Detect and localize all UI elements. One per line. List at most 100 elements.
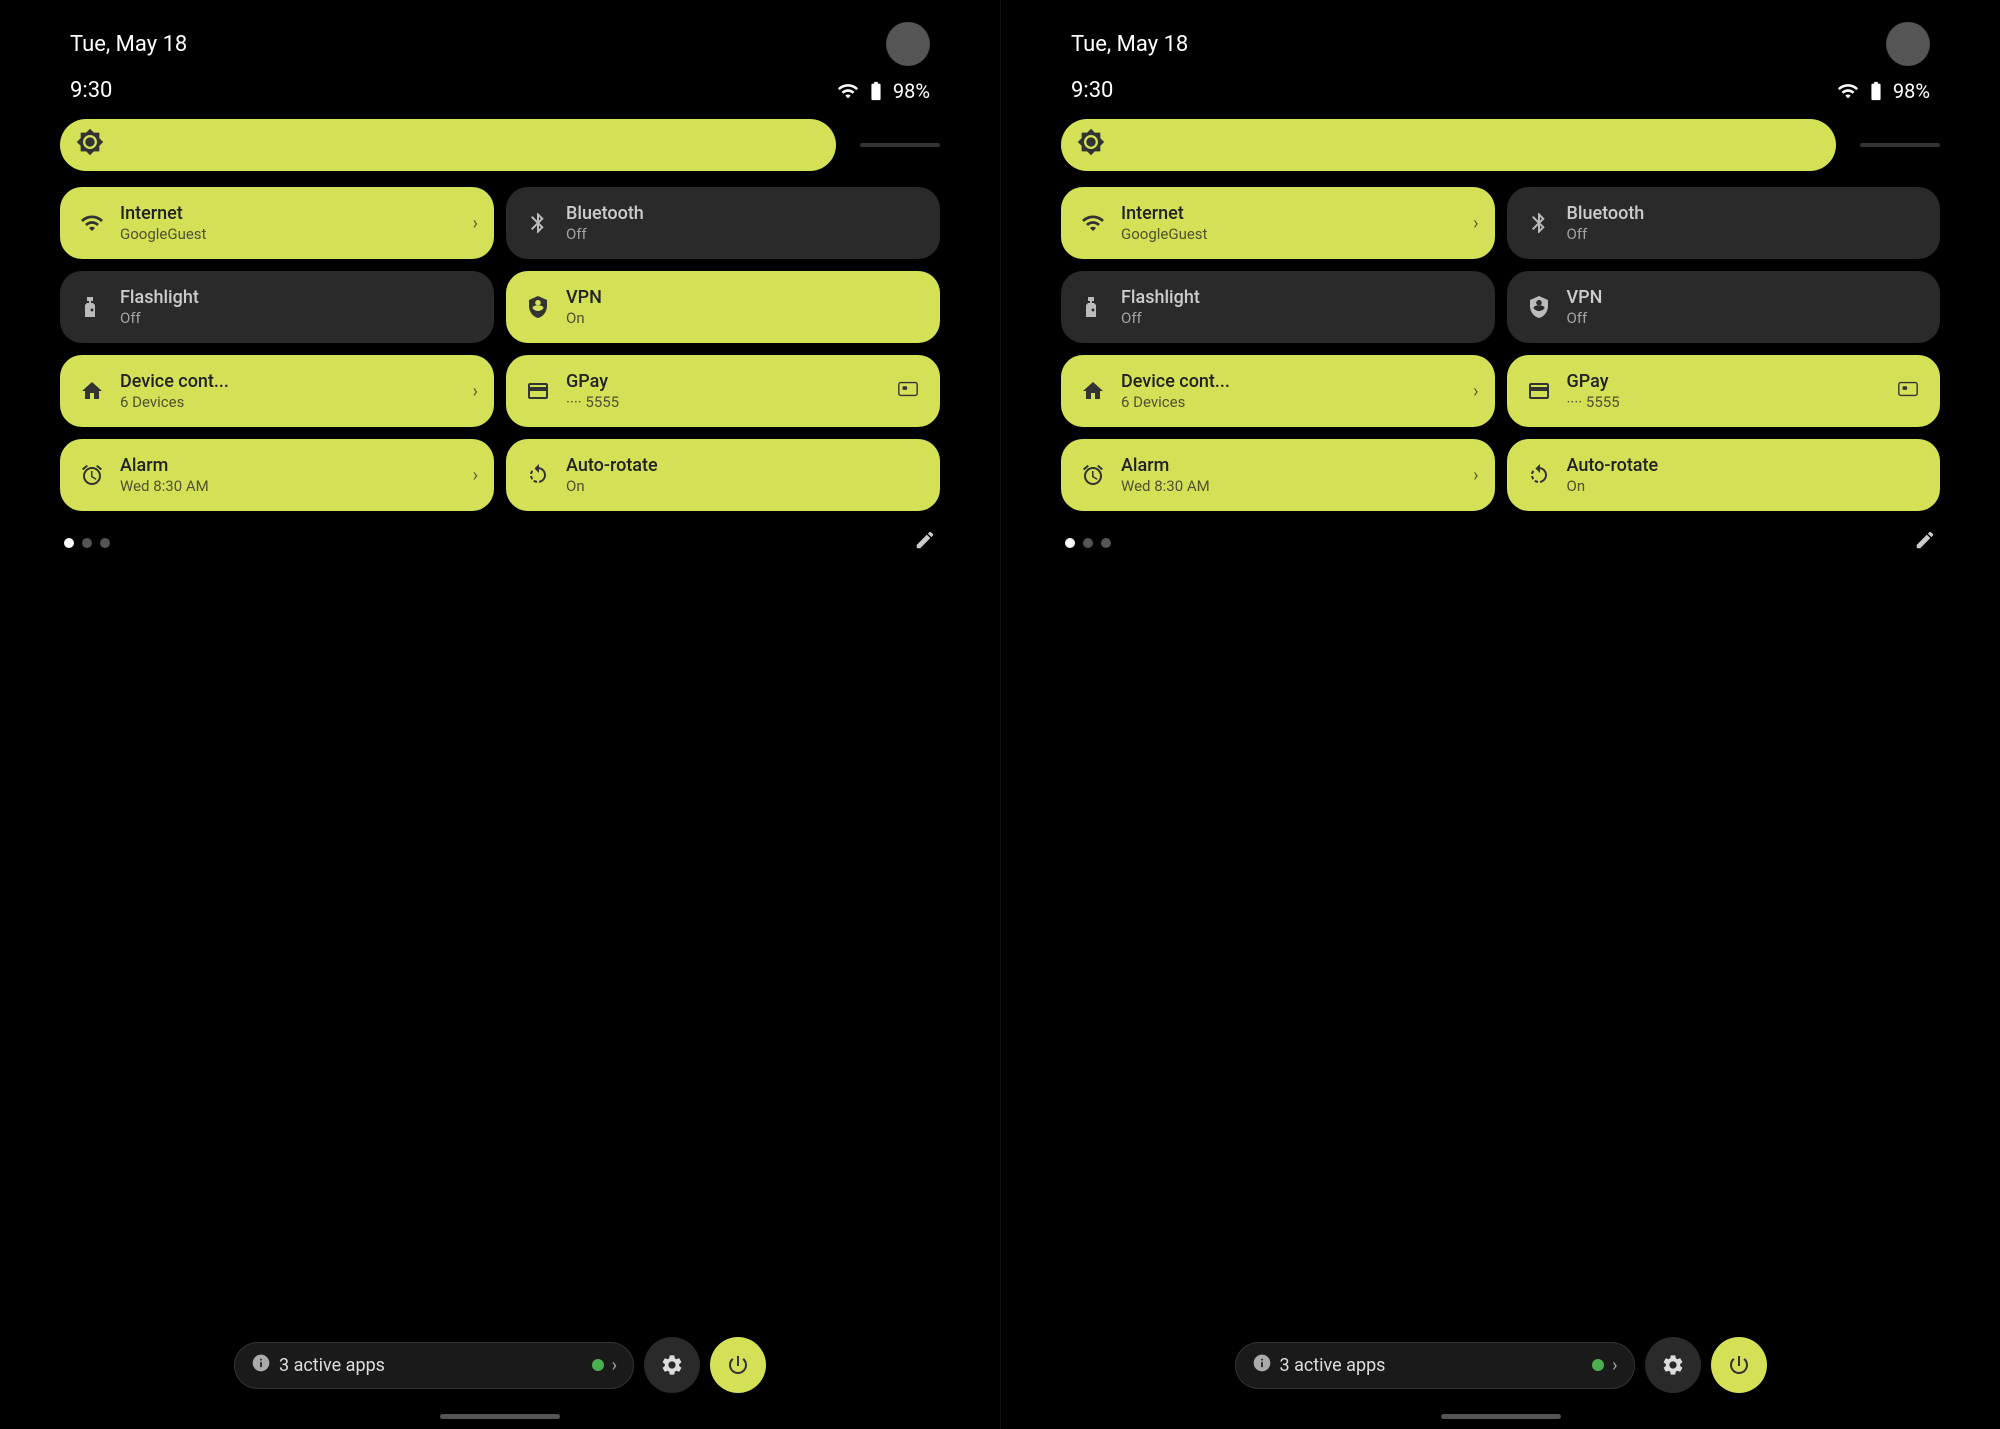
tile-device-control[interactable]: Device cont... 6 Devices › bbox=[1061, 355, 1495, 427]
page-dot-1[interactable] bbox=[82, 538, 92, 548]
edit-icon[interactable] bbox=[1914, 529, 1936, 556]
tile-subtitle-alarm: Wed 8:30 AM bbox=[120, 477, 461, 495]
card-icon bbox=[522, 375, 554, 407]
tile-chevron-alarm[interactable]: › bbox=[473, 465, 478, 486]
tile-text-vpn: VPN On bbox=[566, 287, 924, 327]
tile-title-flashlight: Flashlight bbox=[1121, 287, 1479, 309]
tile-alarm[interactable]: Alarm Wed 8:30 AM › bbox=[1061, 439, 1495, 511]
tile-chevron-device-control[interactable]: › bbox=[1473, 381, 1478, 402]
tile-title-gpay: GPay bbox=[1567, 371, 1881, 393]
card-chip-icon bbox=[1892, 378, 1924, 405]
tile-bluetooth[interactable]: Bluetooth Off bbox=[506, 187, 940, 259]
tile-text-gpay: GPay ···· 5555 bbox=[1567, 371, 1881, 411]
tile-text-internet: Internet GoogleGuest bbox=[120, 203, 461, 243]
status-row2: 9:30 98% bbox=[1061, 74, 1940, 119]
tile-text-bluetooth: Bluetooth Off bbox=[566, 203, 924, 243]
pill-chevron[interactable]: › bbox=[612, 1355, 617, 1376]
wifi-icon bbox=[1077, 207, 1109, 239]
tile-title-flashlight: Flashlight bbox=[120, 287, 478, 309]
tile-flashlight[interactable]: Flashlight Off bbox=[1061, 271, 1495, 343]
flashlight-icon bbox=[76, 291, 108, 323]
battery-percent: 98% bbox=[1893, 79, 1930, 103]
tile-text-gpay: GPay ···· 5555 bbox=[566, 371, 880, 411]
page-dot-0[interactable] bbox=[64, 538, 74, 548]
bluetooth-icon bbox=[522, 207, 554, 239]
status-icons: 98% bbox=[1837, 79, 1930, 103]
brightness-icon bbox=[76, 128, 104, 162]
page-dot-2[interactable] bbox=[1101, 538, 1111, 548]
tile-internet[interactable]: Internet GoogleGuest › bbox=[1061, 187, 1495, 259]
flashlight-icon bbox=[1077, 291, 1109, 323]
tile-gpay[interactable]: GPay ···· 5555 bbox=[506, 355, 940, 427]
page-dot-2[interactable] bbox=[100, 538, 110, 548]
tile-gpay[interactable]: GPay ···· 5555 bbox=[1507, 355, 1941, 427]
vpn-icon bbox=[522, 291, 554, 323]
brightness-slider[interactable] bbox=[60, 119, 836, 171]
tile-text-bluetooth: Bluetooth Off bbox=[1567, 203, 1925, 243]
brightness-row[interactable] bbox=[1061, 119, 1940, 171]
active-apps-pill[interactable]: 3 active apps › bbox=[234, 1342, 634, 1389]
tile-title-internet: Internet bbox=[1121, 203, 1461, 225]
tile-subtitle-gpay: ···· 5555 bbox=[566, 393, 880, 411]
power-button[interactable] bbox=[710, 1337, 766, 1393]
brightness-row[interactable] bbox=[60, 119, 940, 171]
battery-status-icon bbox=[1865, 80, 1887, 102]
tile-alarm[interactable]: Alarm Wed 8:30 AM › bbox=[60, 439, 494, 511]
status-bar: Tue, May 18 bbox=[60, 0, 940, 74]
card-chip-icon bbox=[892, 378, 924, 405]
tile-chevron-internet[interactable]: › bbox=[1473, 213, 1478, 234]
edit-icon[interactable] bbox=[914, 529, 936, 556]
tile-subtitle-vpn: On bbox=[566, 309, 924, 327]
tile-vpn[interactable]: VPN On bbox=[506, 271, 940, 343]
status-date: Tue, May 18 bbox=[70, 32, 187, 57]
quick-tiles-grid: Internet GoogleGuest › Bluetooth Off Fla… bbox=[60, 187, 940, 511]
status-time: 9:30 bbox=[70, 78, 112, 103]
tile-title-gpay: GPay bbox=[566, 371, 880, 393]
tile-internet[interactable]: Internet GoogleGuest › bbox=[60, 187, 494, 259]
settings-button[interactable] bbox=[644, 1337, 700, 1393]
tile-chevron-alarm[interactable]: › bbox=[1473, 465, 1478, 486]
green-dot bbox=[592, 1359, 604, 1371]
active-apps-pill[interactable]: 3 active apps › bbox=[1235, 1342, 1635, 1389]
tile-subtitle-device-control: 6 Devices bbox=[120, 393, 461, 411]
brightness-line bbox=[860, 143, 940, 147]
tile-flashlight[interactable]: Flashlight Off bbox=[60, 271, 494, 343]
tile-chevron-device-control[interactable]: › bbox=[473, 381, 478, 402]
active-apps-text: 3 active apps bbox=[1280, 1355, 1585, 1376]
battery-percent: 98% bbox=[893, 79, 930, 103]
camera-circle bbox=[1886, 22, 1930, 66]
tile-subtitle-internet: GoogleGuest bbox=[120, 225, 461, 243]
rotate-icon bbox=[1523, 459, 1555, 491]
tile-title-internet: Internet bbox=[120, 203, 461, 225]
tile-text-flashlight: Flashlight Off bbox=[1121, 287, 1479, 327]
wifi-icon bbox=[76, 207, 108, 239]
tile-text-device-control: Device cont... 6 Devices bbox=[1121, 371, 1461, 411]
tile-text-alarm: Alarm Wed 8:30 AM bbox=[1121, 455, 1461, 495]
settings-button[interactable] bbox=[1645, 1337, 1701, 1393]
page-dot-1[interactable] bbox=[1083, 538, 1093, 548]
status-date: Tue, May 18 bbox=[1071, 32, 1188, 57]
tile-text-autorotate: Auto-rotate On bbox=[566, 455, 924, 495]
tile-bluetooth[interactable]: Bluetooth Off bbox=[1507, 187, 1941, 259]
dots-row bbox=[60, 519, 940, 566]
tile-subtitle-flashlight: Off bbox=[120, 309, 478, 327]
tile-chevron-internet[interactable]: › bbox=[473, 213, 478, 234]
screen-container: Tue, May 18 9:30 98% Internet GoogleGues… bbox=[0, 0, 2000, 1429]
tile-autorotate[interactable]: Auto-rotate On bbox=[506, 439, 940, 511]
card-icon bbox=[1523, 375, 1555, 407]
tile-subtitle-flashlight: Off bbox=[1121, 309, 1479, 327]
page-dot-0[interactable] bbox=[1065, 538, 1075, 548]
dots-row bbox=[1061, 519, 1940, 566]
tile-title-alarm: Alarm bbox=[120, 455, 461, 477]
tile-text-vpn: VPN Off bbox=[1567, 287, 1925, 327]
tile-device-control[interactable]: Device cont... 6 Devices › bbox=[60, 355, 494, 427]
tile-title-bluetooth: Bluetooth bbox=[566, 203, 924, 225]
pill-chevron[interactable]: › bbox=[1612, 1355, 1617, 1376]
status-icons: 98% bbox=[837, 79, 930, 103]
tile-vpn[interactable]: VPN Off bbox=[1507, 271, 1941, 343]
tile-autorotate[interactable]: Auto-rotate On bbox=[1507, 439, 1941, 511]
tile-text-flashlight: Flashlight Off bbox=[120, 287, 478, 327]
power-button[interactable] bbox=[1711, 1337, 1767, 1393]
home-indicator bbox=[1441, 1414, 1561, 1419]
brightness-slider[interactable] bbox=[1061, 119, 1836, 171]
